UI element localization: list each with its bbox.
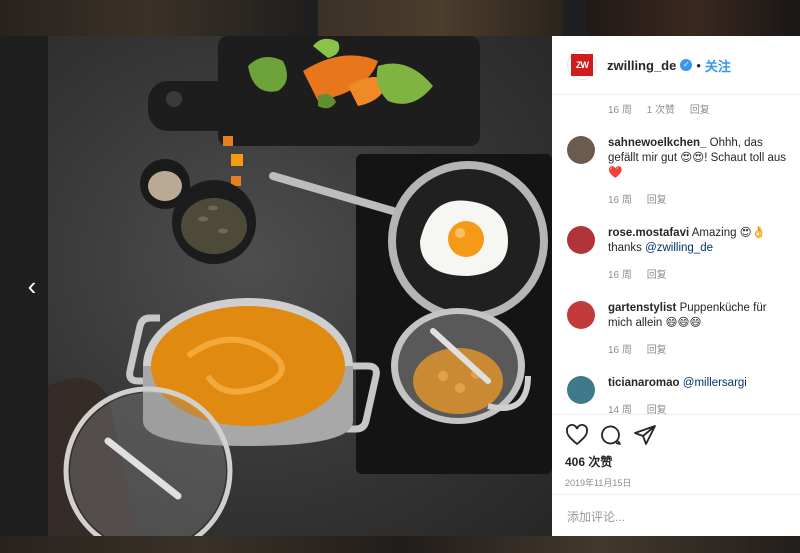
- comment-item: ticianaromao @millersargi 14 周 回复: [567, 376, 800, 414]
- caption-likes[interactable]: 1 次赞: [647, 105, 675, 116]
- avatar[interactable]: [567, 136, 595, 164]
- comment-text: gartenstylist Puppenküche für mich allei…: [608, 301, 794, 331]
- avatar[interactable]: [567, 226, 595, 254]
- verified-icon: ✓: [680, 59, 693, 71]
- post-actions: 406 次赞 2019年11月15日: [552, 414, 800, 492]
- comment-text: ticianaromao @millersargi: [608, 376, 794, 391]
- avatar[interactable]: [567, 376, 595, 404]
- comment-item: gartenstylist Puppenküche für mich allei…: [567, 301, 800, 356]
- comment-age: 14 周: [608, 405, 632, 414]
- comment-reply-button[interactable]: 回复: [647, 270, 667, 281]
- comment-reply-button[interactable]: 回复: [647, 345, 667, 356]
- post-username[interactable]: zwilling_de: [607, 58, 676, 73]
- comment-mention[interactable]: @zwilling_de: [645, 242, 713, 254]
- chevron-left-icon[interactable]: ‹: [18, 272, 46, 300]
- caption-age: 16 周: [608, 105, 632, 116]
- comment-item: sahnewoelkchen_ Ohhh, das gefällt mir gu…: [567, 136, 800, 206]
- comment-reply-button[interactable]: 回复: [647, 405, 667, 414]
- post-date: 2019年11月15日: [565, 478, 632, 488]
- comment-meta: 16 周 回复: [608, 266, 800, 281]
- comment-list[interactable]: 16 周 1 次赞 回复 sahnewoelkchen_ Ohhh, das g…: [552, 96, 800, 414]
- glass-lid: [63, 386, 233, 536]
- comment-text: rose.mostafavi Amazing 😍👌 thanks @zwilli…: [608, 226, 794, 256]
- follow-button[interactable]: 关注: [705, 56, 731, 75]
- post-photo: [48, 36, 552, 536]
- brand-avatar[interactable]: ZW: [567, 50, 597, 80]
- post-header: ZW zwilling_de ✓ • 关注: [552, 36, 800, 95]
- comment-age: 16 周: [608, 195, 632, 206]
- add-comment-input[interactable]: 添加评论...: [552, 494, 800, 536]
- brand-logo: ZW: [571, 54, 593, 76]
- share-icon[interactable]: [633, 423, 657, 447]
- heart-icon[interactable]: [565, 423, 589, 447]
- comment-age: 16 周: [608, 345, 632, 356]
- comment-meta: 16 周 回复: [608, 191, 800, 206]
- likes-count[interactable]: 406 次赞: [565, 453, 787, 470]
- comment-meta: 14 周 回复: [608, 401, 800, 414]
- comment-username[interactable]: sahnewoelkchen_: [608, 137, 706, 149]
- comment-reply-button[interactable]: 回复: [647, 195, 667, 206]
- cutting-board: [148, 36, 480, 146]
- comment-icon[interactable]: [599, 423, 623, 447]
- action-icons: [565, 423, 787, 447]
- comment-item: rose.mostafavi Amazing 😍👌 thanks @zwilli…: [567, 226, 800, 281]
- header-dot-separator: •: [696, 57, 701, 73]
- comment-age: 16 周: [608, 270, 632, 281]
- comment-mention[interactable]: @millersargi: [683, 377, 747, 389]
- seeds-bowl: [172, 180, 256, 264]
- comment-username[interactable]: gartenstylist: [608, 302, 676, 314]
- comment-meta: 16 周 回复: [608, 341, 800, 356]
- comment-text: sahnewoelkchen_ Ohhh, das gefällt mir gu…: [608, 136, 794, 181]
- avatar[interactable]: [567, 301, 595, 329]
- comment-username[interactable]: ticianaromao: [608, 377, 680, 389]
- caption-reply-button[interactable]: 回复: [690, 105, 710, 116]
- caption-meta: 16 周 1 次赞 回复: [608, 101, 800, 116]
- post-side-panel: ZW zwilling_de ✓ • 关注 16 周 1 次赞 回复 sahne…: [552, 36, 800, 536]
- comment-username[interactable]: rose.mostafavi: [608, 227, 689, 239]
